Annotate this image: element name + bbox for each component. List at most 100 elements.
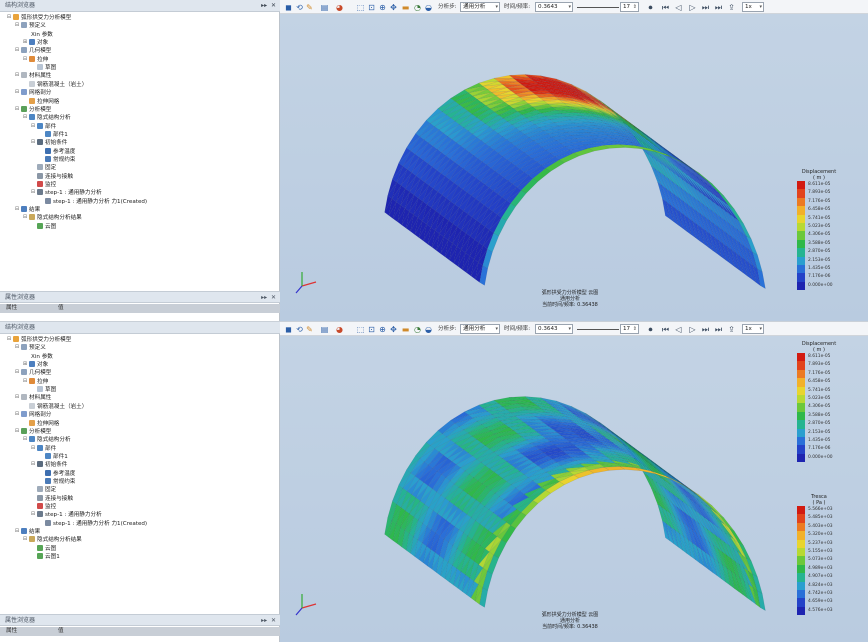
- tree-expander-icon[interactable]: ⊟: [14, 369, 20, 375]
- tree-expander-icon[interactable]: ⊞: [22, 39, 28, 45]
- frame-stepper[interactable]: 17 ⇕: [620, 324, 639, 334]
- last-frame-icon[interactable]: ⏭: [714, 325, 723, 334]
- measure-icon[interactable]: ▬: [401, 325, 410, 334]
- tree-item[interactable]: 云图: [30, 222, 56, 230]
- select-icon[interactable]: ⬚: [356, 3, 365, 12]
- tree-expander-icon[interactable]: ⊟: [6, 336, 12, 342]
- tree-expander-icon[interactable]: ⊟: [14, 106, 20, 112]
- tree-item[interactable]: ⊟ 分析模型: [14, 105, 51, 113]
- select-icon[interactable]: ⬚: [356, 325, 365, 334]
- zoom-box-icon[interactable]: ⊕: [378, 325, 387, 334]
- export-icon[interactable]: ⇪: [727, 325, 736, 334]
- frame-slider[interactable]: [577, 7, 619, 8]
- 3d-viewport[interactable]: Displacement( m ) 8.611e-05 7.893e-05 7.176…: [280, 14, 868, 321]
- tree-item[interactable]: step-1 : 通用静力分析 力1(Created): [38, 197, 147, 205]
- tree-expander-icon[interactable]: ⊞: [22, 361, 28, 367]
- first-frame-icon[interactable]: ⏮: [661, 3, 670, 12]
- tree-expander-icon[interactable]: ⊟: [30, 189, 36, 195]
- last-frame-icon[interactable]: ⏭: [714, 3, 723, 12]
- tree-item[interactable]: ⊟ 部件: [30, 444, 56, 452]
- tree-item[interactable]: ⊟ step-1 : 通用静力分析: [30, 510, 102, 518]
- panel-close-icon[interactable]: ✕: [271, 617, 276, 624]
- tree-item[interactable]: 连接与接触: [30, 172, 73, 180]
- tree-item[interactable]: ⊟ 隐式结构分析结果: [22, 535, 82, 543]
- tree-item[interactable]: 监控: [30, 180, 56, 188]
- tree-expander-icon[interactable]: ⊟: [14, 411, 20, 417]
- tree-expander-icon[interactable]: ⊟: [30, 139, 36, 145]
- frame-slider[interactable]: [577, 329, 619, 330]
- tree-item[interactable]: 拉伸网格: [22, 419, 59, 427]
- panel-pin-icon[interactable]: ▸▸: [261, 617, 267, 624]
- paint-icon[interactable]: ✎: [305, 325, 314, 334]
- next-frame-icon[interactable]: ⏭: [701, 3, 710, 12]
- tree-item[interactable]: ⊟ 隐式结构分析结果: [22, 213, 82, 221]
- display-mode-icon[interactable]: ▤: [320, 3, 329, 12]
- tree-item[interactable]: 钢筋混凝土（岩土）: [22, 402, 87, 410]
- paint-icon[interactable]: ✎: [305, 3, 314, 12]
- tree-expander-icon[interactable]: ⊟: [14, 206, 20, 212]
- tree-item[interactable]: 云图1: [30, 552, 60, 560]
- tree-item[interactable]: ⊟ 结果: [14, 527, 40, 535]
- tree-expander-icon[interactable]: ⊟: [30, 123, 36, 129]
- display-mode-icon[interactable]: ▤: [320, 325, 329, 334]
- play-icon[interactable]: ▷: [688, 3, 697, 12]
- tree-expander-icon[interactable]: ⊟: [14, 72, 20, 78]
- tree-expander-icon[interactable]: ⊟: [14, 528, 20, 534]
- measure-icon[interactable]: ▬: [401, 3, 410, 12]
- tree-item[interactable]: Xin 参数: [22, 30, 53, 38]
- tree-item[interactable]: ⊟ 几何模型: [14, 46, 51, 54]
- tree-expander-icon[interactable]: ⊟: [14, 22, 20, 28]
- tree-expander-icon[interactable]: ⊟: [22, 436, 28, 442]
- speed-select[interactable]: 1x ▾: [742, 2, 764, 12]
- fit-view-icon[interactable]: ⊡: [367, 3, 376, 12]
- fit-view-icon[interactable]: ⊡: [367, 325, 376, 334]
- tree-expander-icon[interactable]: ⊟: [6, 14, 12, 20]
- reset-icon[interactable]: ◔: [413, 325, 422, 334]
- tree-item[interactable]: 连接与接触: [30, 494, 73, 502]
- tree-item[interactable]: ⊟ 拉伸: [22, 377, 48, 385]
- tree-item[interactable]: ⊟ 结果: [14, 205, 40, 213]
- tree-item[interactable]: ⊟ 预定义: [14, 21, 46, 29]
- tree-expander-icon[interactable]: ⊟: [22, 536, 28, 542]
- tree-expander-icon[interactable]: ⊟: [14, 89, 20, 95]
- tree-item[interactable]: 参考温度: [38, 147, 75, 155]
- tree-expander-icon[interactable]: ⊟: [14, 428, 20, 434]
- tree-item[interactable]: ⊟ 网格剖分: [14, 88, 51, 96]
- tree-item[interactable]: ⊟ 初始条件: [30, 138, 67, 146]
- frame-stepper[interactable]: 17 ⇕: [620, 2, 639, 12]
- time-select[interactable]: 0.3643 ▾: [535, 324, 573, 334]
- tree-item[interactable]: step-1 : 通用静力分析 力1(Created): [38, 519, 147, 527]
- tree-item[interactable]: 常规约束: [38, 155, 75, 163]
- view-cube-icon[interactable]: ◼: [284, 3, 293, 12]
- first-frame-icon[interactable]: ⏮: [661, 325, 670, 334]
- tree-expander-icon[interactable]: ⊟: [30, 445, 36, 451]
- tree-item[interactable]: 草图: [30, 385, 56, 393]
- prev-frame-icon[interactable]: ◁: [674, 3, 683, 12]
- tree-expander-icon[interactable]: ⊟: [30, 461, 36, 467]
- tree-item[interactable]: 参考温度: [38, 469, 75, 477]
- rotate-view-icon[interactable]: ⟲: [295, 3, 304, 12]
- tree-expander-icon[interactable]: ⊟: [14, 47, 20, 53]
- tree-item[interactable]: 钢筋混凝土（岩土）: [22, 80, 87, 88]
- tree-item[interactable]: 固定: [30, 485, 56, 493]
- play-icon[interactable]: ▷: [688, 325, 697, 334]
- tree-item[interactable]: ⊟ 拉伸: [22, 55, 48, 63]
- tree-item[interactable]: ⊟ step-1 : 通用静力分析: [30, 188, 102, 196]
- tree-item[interactable]: ⊟ 部件: [30, 122, 56, 130]
- color-map-icon[interactable]: ◕: [335, 3, 344, 12]
- tree-item[interactable]: ⊟ 分析模型: [14, 427, 51, 435]
- tree-item[interactable]: 常规约束: [38, 477, 75, 485]
- step-select[interactable]: 通用分析 ▾: [460, 324, 500, 334]
- rotate-view-icon[interactable]: ⟲: [295, 325, 304, 334]
- tree-item[interactable]: 固定: [30, 163, 56, 171]
- view-cube-icon[interactable]: ◼: [284, 325, 293, 334]
- panel-close-icon[interactable]: ✕: [271, 294, 276, 301]
- tree-item[interactable]: Xin 参数: [22, 352, 53, 360]
- tree-expander-icon[interactable]: ⊟: [22, 214, 28, 220]
- tree-expander-icon[interactable]: ⊟: [22, 378, 28, 384]
- tree-expander-icon[interactable]: ⊟: [14, 394, 20, 400]
- next-frame-icon[interactable]: ⏭: [701, 325, 710, 334]
- zoom-box-icon[interactable]: ⊕: [378, 3, 387, 12]
- refresh-icon[interactable]: ◒: [424, 325, 433, 334]
- tree-expander-icon[interactable]: ⊟: [30, 511, 36, 517]
